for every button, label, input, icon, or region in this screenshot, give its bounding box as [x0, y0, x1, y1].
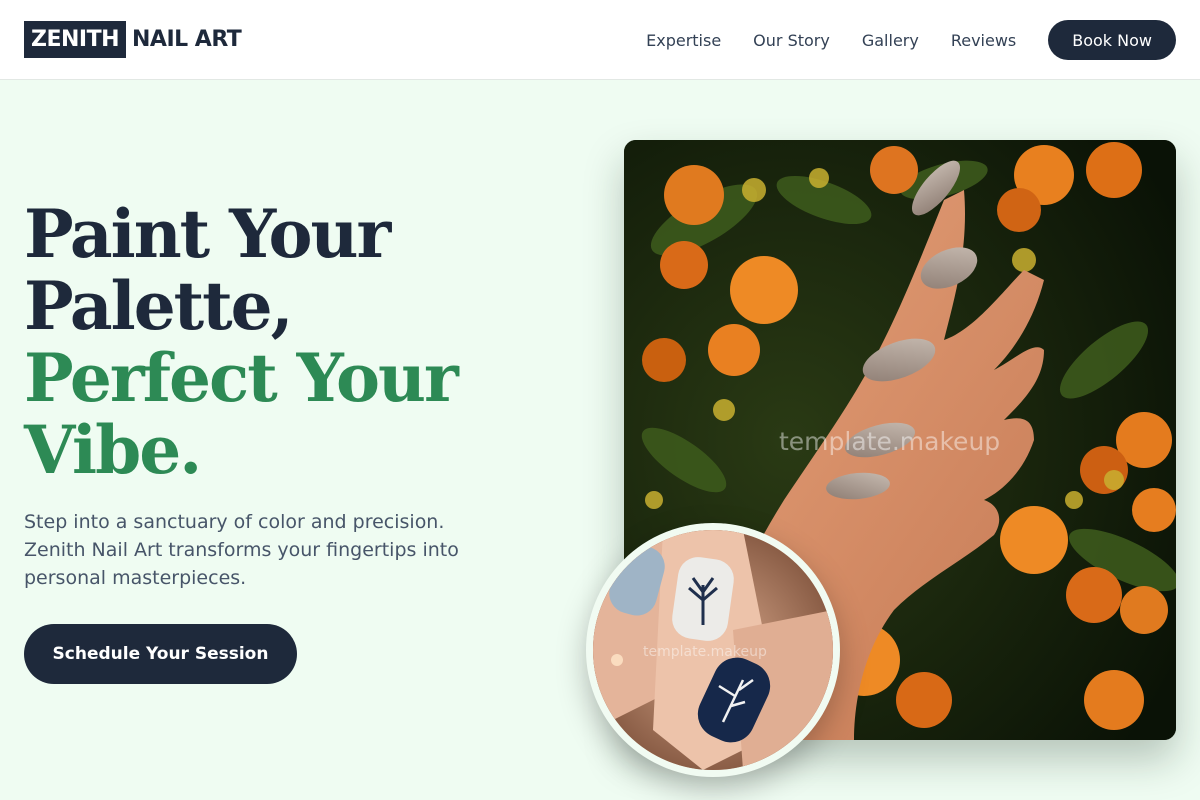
- nav-link-reviews[interactable]: Reviews: [951, 31, 1016, 50]
- logo-text: NAIL ART: [132, 27, 242, 52]
- nav-link-gallery[interactable]: Gallery: [862, 31, 919, 50]
- book-now-button[interactable]: Book Now: [1048, 20, 1176, 60]
- nail-design-closeup-photo: template.makeup: [586, 523, 840, 777]
- main-nav: Expertise Our Story Gallery Reviews Book…: [646, 20, 1176, 60]
- schedule-session-button[interactable]: Schedule Your Session: [24, 624, 297, 684]
- headline-line: Palette,: [24, 267, 294, 345]
- headline-line: Paint Your: [24, 195, 391, 273]
- nav-link-expertise[interactable]: Expertise: [646, 31, 721, 50]
- headline-line-accent: Vibe.: [24, 411, 202, 489]
- hero-subtext: Step into a sanctuary of color and preci…: [24, 511, 459, 589]
- nav-link-our-story[interactable]: Our Story: [753, 31, 830, 50]
- winter-nails-illustration: [593, 530, 833, 770]
- logo[interactable]: ZENITH NAIL ART: [24, 21, 242, 58]
- site-header: ZENITH NAIL ART Expertise Our Story Gall…: [0, 0, 1200, 80]
- hero-headline: Paint Your Palette, Perfect Your Vibe.: [24, 198, 544, 486]
- headline-line-accent: Perfect Your: [24, 339, 459, 417]
- logo-box: ZENITH: [24, 21, 126, 58]
